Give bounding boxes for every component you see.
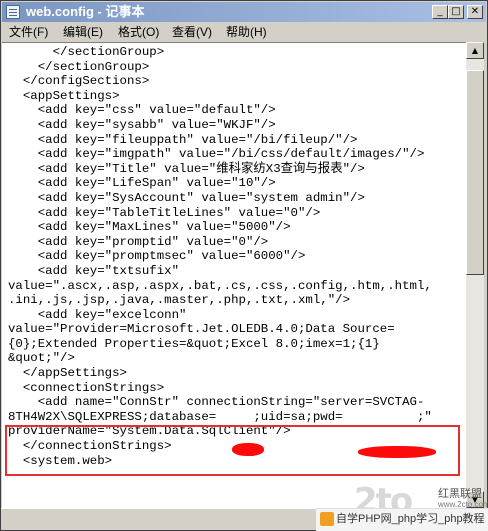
editor-line: </configSections>	[8, 74, 150, 89]
editor-line: <add key="TableTitleLines" value="0"/>	[8, 205, 321, 220]
editor-line: <add key="txtsufix"	[8, 263, 180, 278]
window-title: web.config - 记事本	[26, 4, 145, 19]
scroll-up-arrow-icon[interactable]: ▲	[466, 42, 484, 59]
editor-line: <add key="css" value="default"/>	[8, 103, 276, 118]
editor-line: <appSettings>	[8, 88, 120, 103]
vertical-scrollbar[interactable]: ▲ ▼	[466, 42, 484, 508]
menu-help[interactable]: 帮助(H)	[226, 25, 267, 39]
menu-bar: 文件(F) 编辑(E) 格式(O) 查看(V) 帮助(H)	[2, 22, 486, 42]
watermark-icon	[320, 512, 334, 526]
editor-line: <connectionStrings>	[8, 380, 165, 395]
editor-line: <add key="SysAccount" value="system admi…	[8, 190, 365, 205]
maximize-button[interactable]: □	[448, 5, 464, 19]
menu-edit[interactable]: 编辑(E)	[63, 25, 103, 39]
editor-line: {0};Extended Properties=&quot;Excel 8.0;…	[8, 336, 380, 351]
editor-line: <add key="imgpath" value="/bi/css/defaul…	[8, 147, 425, 162]
editor-line: <add key="Title" value="维科家纺X3查询与报表"/>	[8, 161, 365, 176]
redaction-mark	[232, 443, 264, 456]
editor-line: <add key="excelconn"	[8, 307, 187, 322]
editor-line: <add key="MaxLines" value="5000"/>	[8, 220, 291, 235]
menu-file[interactable]: 文件(F)	[9, 25, 48, 39]
close-button[interactable]: ✕	[467, 5, 483, 19]
editor-line: </appSettings>	[8, 366, 127, 381]
editor-line: <add key="fileuppath" value="/bi/fileup/…	[8, 132, 358, 147]
watermark-brand: 红黑联盟	[438, 488, 482, 500]
editor-line: value=".ascx,.asp,.aspx,.bat,.cs,.css,.c…	[8, 278, 432, 293]
title-bar[interactable]: web.config - 记事本 _ □ ✕	[2, 2, 486, 22]
editor-line: <add key="sysabb" value="WKJF"/>	[8, 117, 276, 132]
editor-line: &quot;"/>	[8, 351, 75, 366]
editor-text[interactable]: </sectionGroup> </sectionGroup> </config…	[8, 45, 432, 468]
editor-line: <add key="promptmsec" value="6000"/>	[8, 249, 306, 264]
editor-line: value="Provider=Microsoft.Jet.OLEDB.4.0;…	[8, 322, 395, 337]
minimize-button[interactable]: _	[432, 5, 448, 19]
redaction-mark	[358, 446, 436, 458]
editor-line: <add key="LifeSpan" value="10"/>	[8, 176, 276, 191]
menu-view[interactable]: 查看(V)	[172, 25, 212, 39]
watermark-bar: 自学PHP网_php学习_php教程	[316, 508, 488, 531]
notepad-icon	[6, 5, 20, 19]
editor-line: <add name="ConnStr" connectionString="se…	[8, 395, 425, 410]
editor-line: </sectionGroup>	[8, 59, 150, 74]
editor-line: .ini,.js,.jsp,.java,.master,.php,.txt,.x…	[8, 293, 351, 308]
watermark-bar-text: 自学PHP网_php学习_php教程	[336, 513, 485, 525]
menu-format[interactable]: 格式(O)	[118, 25, 159, 39]
editor-line: </sectionGroup>	[8, 45, 165, 59]
editor-line: 8TH4W2X\SQLEXPRESS;database= ;uid=sa;pwd…	[8, 409, 432, 424]
scroll-thumb[interactable]	[466, 70, 484, 275]
editor-line: <add key="promptid" value="0"/>	[8, 234, 269, 249]
